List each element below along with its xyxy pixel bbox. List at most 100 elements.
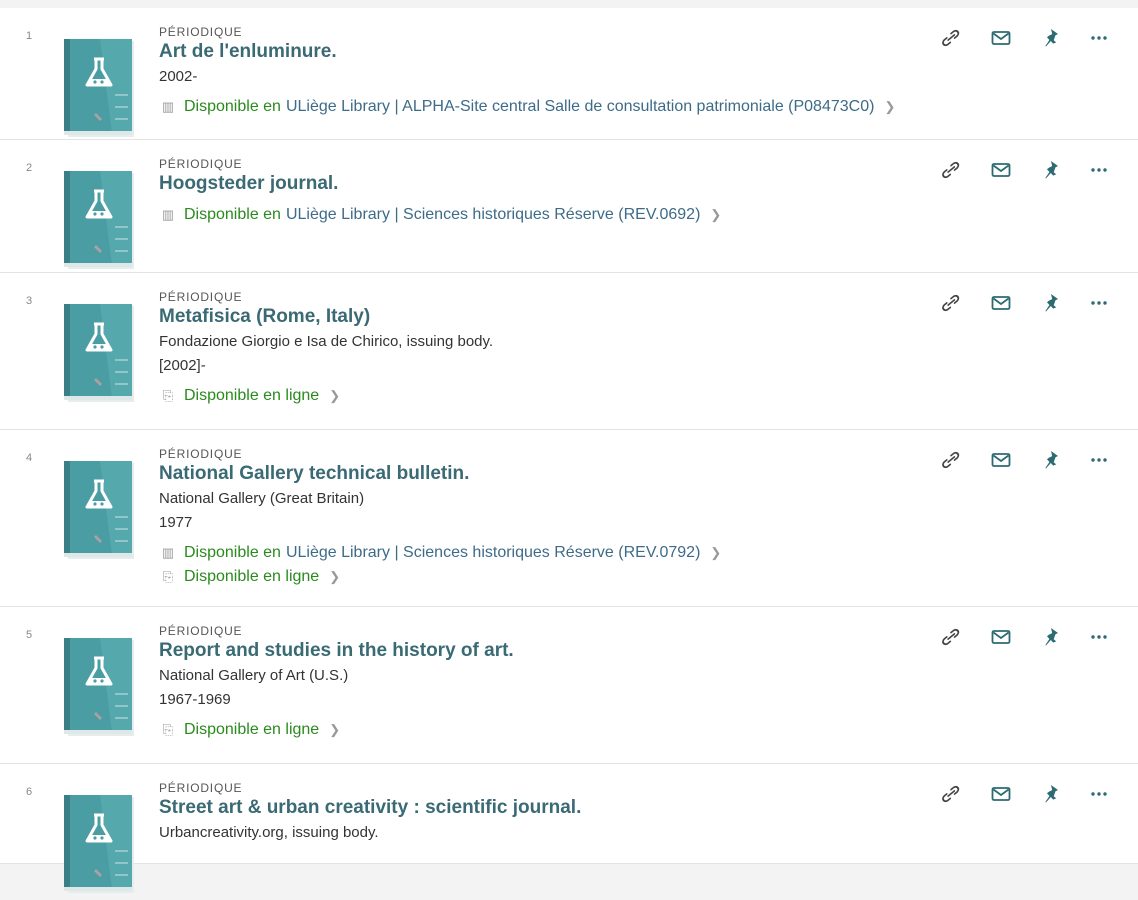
result-body: PÉRIODIQUE Hoogsteder journal. ▥ Disponible… [159, 157, 938, 226]
link-icon: ⎘ [162, 388, 174, 403]
more-icon[interactable] [1086, 291, 1112, 315]
chevron-right-icon: ❯ [710, 207, 722, 222]
result-number: 5 [26, 629, 33, 641]
result-number: 4 [26, 452, 33, 464]
record-type: PÉRIODIQUE [159, 447, 243, 461]
record-title[interactable]: Metafisica (Rome, Italy) [159, 305, 938, 329]
record-detail: National Gallery (Great Britain) [159, 490, 365, 507]
link-icon: ⎘ [162, 722, 174, 737]
record-title[interactable]: Hoogsteder journal. [159, 172, 938, 196]
record-actions [938, 26, 1138, 50]
record-type: PÉRIODIQUE [159, 624, 243, 638]
pin-icon[interactable] [1040, 158, 1066, 182]
journal-flask-icon[interactable] [60, 167, 136, 271]
record-title[interactable]: Art de l'enluminure. [159, 40, 938, 64]
availability-status: Disponible en [184, 206, 281, 223]
result-body: PÉRIODIQUE Metafisica (Rome, Italy) Fondaz… [159, 290, 938, 407]
record-type: PÉRIODIQUE [159, 25, 243, 39]
availability-location: ULiège Library | ALPHA-Site central Sall… [285, 98, 875, 115]
result-body: PÉRIODIQUE National Gallery technical bul… [159, 447, 938, 588]
availability-status: Disponible en ligne [184, 568, 320, 585]
result-body: PÉRIODIQUE Report and studies in the hist… [159, 624, 938, 741]
journal-flask-icon[interactable] [60, 300, 136, 404]
availability-location: ULiège Library | Sciences historiques Ré… [285, 544, 701, 561]
pin-icon[interactable] [1040, 26, 1066, 50]
record-actions [938, 625, 1138, 649]
chevron-right-icon: ❯ [710, 545, 722, 560]
mail-icon[interactable] [988, 782, 1014, 806]
availability-status: Disponible en [184, 544, 281, 561]
record-title[interactable]: Report and studies in the history of art… [159, 639, 938, 663]
record-detail: 2002- [159, 68, 198, 85]
record-detail: 1977 [159, 514, 193, 531]
result-number: 1 [26, 30, 33, 42]
more-icon[interactable] [1086, 625, 1112, 649]
chevron-right-icon: ❯ [329, 388, 341, 403]
mail-icon[interactable] [988, 158, 1014, 182]
record-detail: Urbancreativity.org, issuing body. [159, 824, 379, 841]
link-icon[interactable] [938, 448, 964, 472]
link-icon[interactable] [938, 625, 964, 649]
results-list: 1 PÉRIODIQUE Art de l'enluminure. 2002- ▥ Dis… [0, 0, 1138, 893]
link-icon[interactable] [938, 782, 964, 806]
more-icon[interactable] [1086, 782, 1112, 806]
record-detail: Fondazione Giorgio e Isa de Chirico, iss… [159, 333, 494, 350]
result-item: 5 PÉRIODIQUE Report and studies in the his… [0, 607, 1138, 764]
availability-link[interactable]: ⎘ Disponible en ligne ❯ [159, 719, 938, 741]
pin-icon[interactable] [1040, 625, 1066, 649]
book-icon: ▥ [161, 207, 175, 222]
availability-link[interactable]: ⎘ Disponible en ligne ❯ [159, 385, 938, 407]
availability-link[interactable]: ⎘ Disponible en ligne ❯ [159, 566, 938, 588]
result-item: 4 PÉRIODIQUE National Gallery technical bu… [0, 430, 1138, 607]
record-actions [938, 782, 1138, 806]
availability-status: Disponible en ligne [184, 387, 320, 404]
record-actions [938, 158, 1138, 182]
link-icon: ⎘ [162, 569, 174, 584]
record-title[interactable]: National Gallery technical bulletin. [159, 462, 938, 486]
availability-link[interactable]: ▥ Disponible en ULiège Library | ALPHA-Sit… [159, 96, 938, 118]
result-item: 3 PÉRIODIQUE Metafisica (Rome, Italy) Fonda… [0, 273, 1138, 430]
mail-icon[interactable] [988, 291, 1014, 315]
record-detail: 1967-1969 [159, 691, 231, 708]
more-icon[interactable] [1086, 26, 1112, 50]
record-actions [938, 291, 1138, 315]
result-item: 6 PÉRIODIQUE Street art & urban creativity… [0, 764, 1138, 893]
record-type: PÉRIODIQUE [159, 290, 243, 304]
availability-location: ULiège Library | Sciences historiques Ré… [285, 206, 701, 223]
book-icon: ▥ [161, 99, 175, 114]
pin-icon[interactable] [1040, 782, 1066, 806]
availability-status: Disponible en ligne [184, 721, 320, 738]
journal-flask-icon[interactable] [60, 457, 136, 561]
chevron-right-icon: ❯ [884, 99, 896, 114]
record-detail: [2002]- [159, 357, 206, 374]
availability-link[interactable]: ▥ Disponible en ULiège Library | Sciences … [159, 542, 938, 564]
result-number: 6 [26, 786, 33, 798]
more-icon[interactable] [1086, 158, 1112, 182]
pin-icon[interactable] [1040, 448, 1066, 472]
mail-icon[interactable] [988, 625, 1014, 649]
journal-flask-icon[interactable] [60, 791, 136, 895]
record-title[interactable]: Street art & urban creativity : scientif… [159, 796, 938, 820]
record-actions [938, 448, 1138, 472]
result-item: 2 PÉRIODIQUE Hoogsteder journal. ▥ Disponibl… [0, 140, 1138, 273]
more-icon[interactable] [1086, 448, 1112, 472]
result-item: 1 PÉRIODIQUE Art de l'enluminure. 2002- ▥ Dis… [0, 8, 1138, 140]
pin-icon[interactable] [1040, 291, 1066, 315]
record-type: PÉRIODIQUE [159, 781, 243, 795]
journal-flask-icon[interactable] [60, 35, 136, 139]
journal-flask-icon[interactable] [60, 634, 136, 738]
link-icon[interactable] [938, 158, 964, 182]
link-icon[interactable] [938, 291, 964, 315]
chevron-right-icon: ❯ [329, 569, 341, 584]
result-number: 2 [26, 162, 33, 174]
result-body: PÉRIODIQUE Art de l'enluminure. 2002- ▥ Disp… [159, 25, 938, 118]
result-number: 3 [26, 295, 33, 307]
mail-icon[interactable] [988, 26, 1014, 50]
chevron-right-icon: ❯ [329, 722, 341, 737]
record-detail: National Gallery of Art (U.S.) [159, 667, 349, 684]
availability-link[interactable]: ▥ Disponible en ULiège Library | Sciences … [159, 204, 938, 226]
mail-icon[interactable] [988, 448, 1014, 472]
link-icon[interactable] [938, 26, 964, 50]
availability-status: Disponible en [184, 98, 281, 115]
book-icon: ▥ [161, 545, 175, 560]
